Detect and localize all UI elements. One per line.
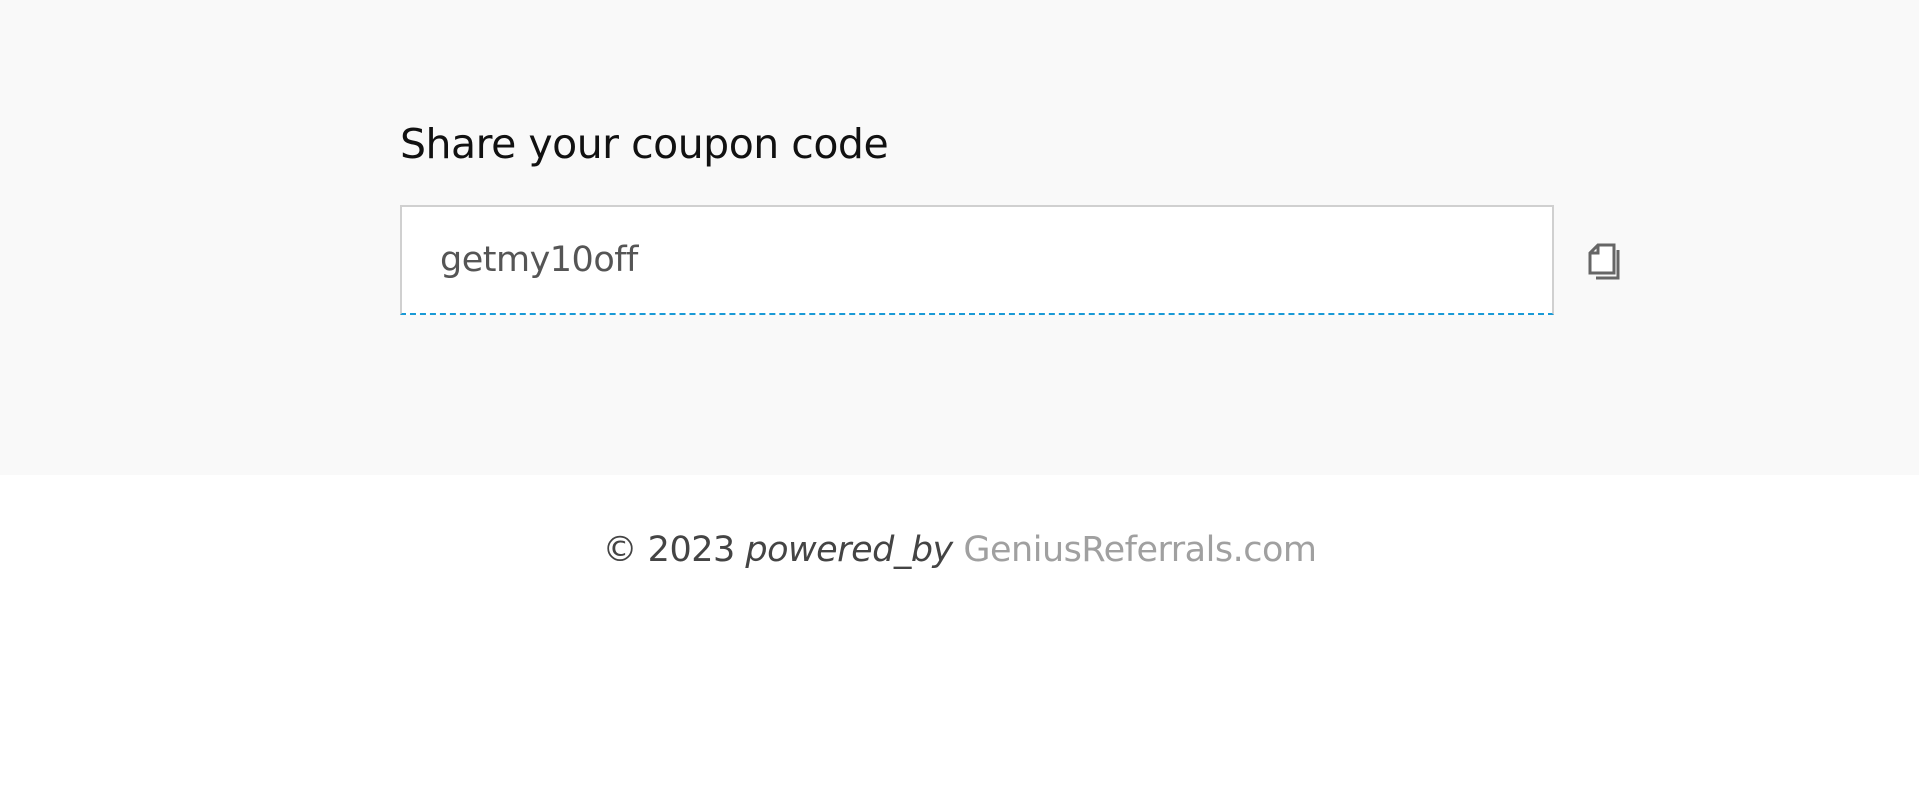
coupon-code-field[interactable]: [400, 205, 1554, 315]
copyright-text: © 2023: [602, 530, 736, 570]
coupon-panel: Share your coupon code: [0, 0, 1919, 475]
copy-button[interactable]: [1588, 240, 1624, 282]
coupon-code-input[interactable]: [402, 207, 1552, 313]
copy-icon: [1588, 243, 1620, 280]
page-title: Share your coupon code: [400, 120, 889, 168]
genius-referrals-link[interactable]: GeniusReferrals.com: [963, 530, 1317, 570]
powered-by-text: powered_by: [745, 530, 953, 570]
footer: © 2023 powered_by GeniusReferrals.com: [0, 530, 1919, 570]
